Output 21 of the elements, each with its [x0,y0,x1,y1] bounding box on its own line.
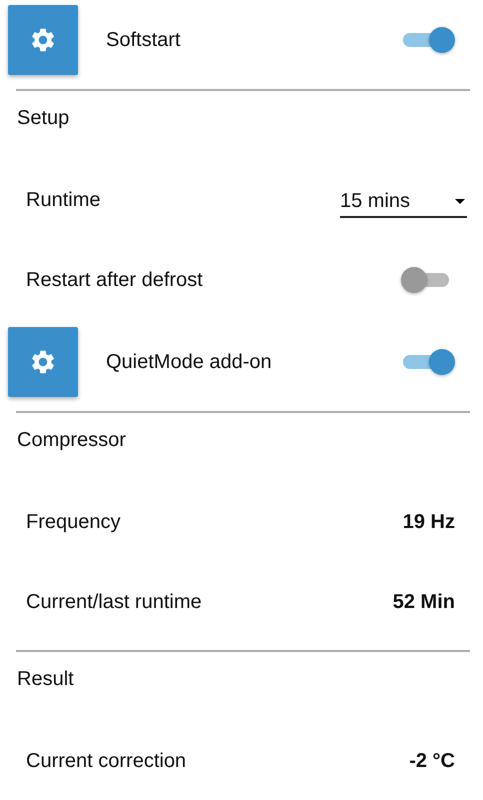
caret-icon [455,198,465,204]
setting-label: Current/last runtime [26,590,202,614]
settings-icon [29,26,57,54]
section-heading: Result [17,668,74,690]
setting-label: Restart after defrost [26,268,203,292]
value-text: -2 °C [409,750,455,772]
settings-icon [29,348,57,376]
setting-label: Frequency [26,510,120,534]
value-text: 52 Min [392,590,455,614]
section-heading: Compressor [17,429,126,451]
section-heading: Setup [17,107,70,129]
setting-label: Runtime [26,188,100,212]
toggle-switch[interactable] [401,347,455,377]
feature-label: Softstart [106,28,182,52]
setting-label: Current correction [26,750,186,772]
settings-button[interactable] [8,327,78,397]
runtime-dropdown[interactable]: 15 mins [340,182,467,218]
toggle-switch[interactable] [401,25,455,55]
value-text: 19 Hz [402,510,455,534]
feature-label: QuietMode add-on [106,350,273,374]
settings-button[interactable] [8,5,78,75]
